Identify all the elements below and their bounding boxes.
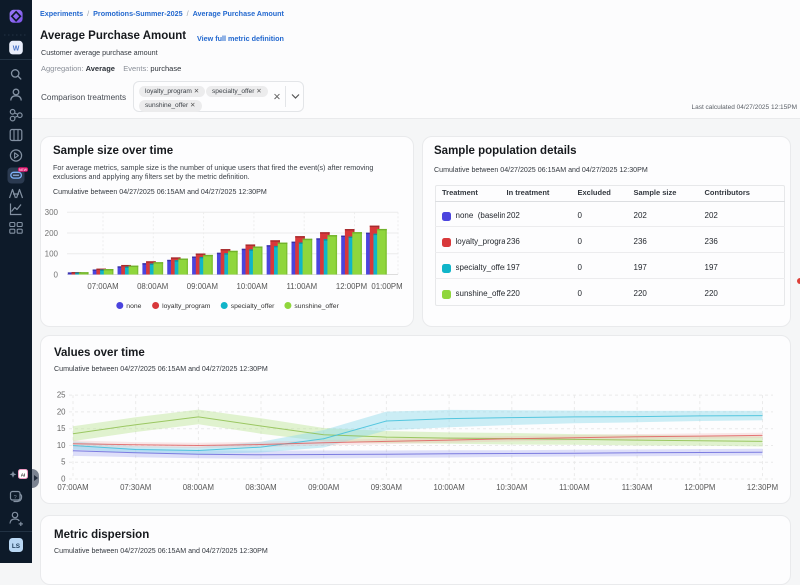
svg-text:11:30AM: 11:30AM [622, 483, 653, 492]
svg-text:12:30PM: 12:30PM [747, 483, 778, 492]
svg-text:NEW: NEW [19, 168, 28, 172]
svg-text:AI: AI [21, 472, 26, 477]
svg-text:10:00AM: 10:00AM [433, 483, 464, 492]
svg-text:300: 300 [45, 208, 59, 217]
svg-text:09:30AM: 09:30AM [371, 483, 402, 492]
svg-text:10: 10 [57, 441, 66, 450]
svg-text:specialty_offer: specialty_offer [231, 303, 275, 310]
svg-text:08:30AM: 08:30AM [245, 483, 276, 492]
svg-text:0: 0 [54, 270, 59, 279]
svg-text:01:00PM: 01:00PM [371, 282, 402, 291]
svg-text:W: W [13, 46, 20, 53]
svg-text:12:00PM: 12:00PM [336, 282, 367, 291]
svg-text:10:00AM: 10:00AM [236, 282, 267, 291]
svg-text:200: 200 [45, 229, 59, 238]
svg-text:08:00AM: 08:00AM [137, 282, 168, 291]
svg-text:09:00AM: 09:00AM [187, 282, 218, 291]
svg-text:11:00AM: 11:00AM [559, 483, 590, 492]
svg-text:08:00AM: 08:00AM [183, 483, 214, 492]
svg-text:15: 15 [57, 424, 66, 433]
svg-text:5: 5 [61, 458, 66, 467]
svg-text:09:00AM: 09:00AM [308, 483, 339, 492]
svg-text:LS: LS [12, 543, 21, 550]
svg-text:100: 100 [45, 250, 59, 259]
svg-text:11:00AM: 11:00AM [286, 282, 317, 291]
svg-text:25: 25 [57, 391, 66, 400]
svg-text:10:30AM: 10:30AM [496, 483, 527, 492]
svg-text:?: ? [14, 495, 17, 501]
svg-text:07:30AM: 07:30AM [120, 483, 151, 492]
svg-text:12:00PM: 12:00PM [684, 483, 715, 492]
svg-text:20: 20 [57, 407, 66, 416]
svg-text:07:00AM: 07:00AM [87, 282, 118, 291]
svg-text:sunshine_offer: sunshine_offer [294, 303, 339, 310]
svg-text:07:00AM: 07:00AM [57, 483, 88, 492]
svg-text:loyalty_program: loyalty_program [162, 303, 211, 310]
svg-text:none: none [126, 303, 141, 310]
